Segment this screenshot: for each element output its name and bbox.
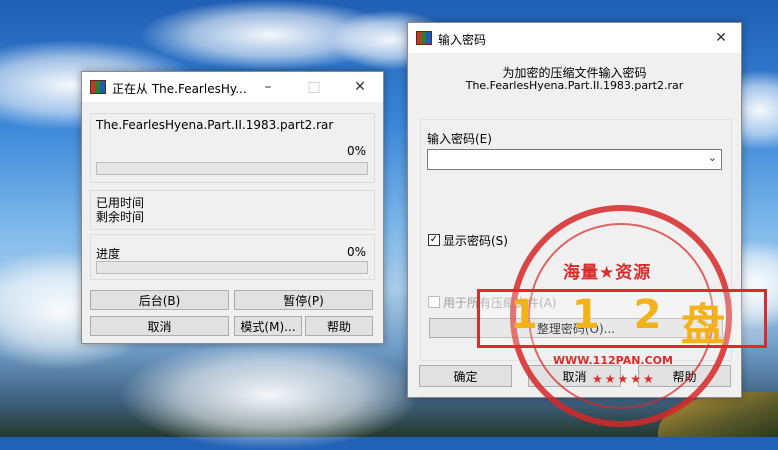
file-percent: 0%: [346, 144, 366, 158]
watermark-url: WWW.112PAN.COM: [553, 354, 673, 367]
background-button[interactable]: 后台(B): [90, 290, 229, 310]
watermark-pan-char: 盘: [681, 300, 725, 351]
use-for-all-checkbox[interactable]: [428, 296, 440, 308]
time-group: 已用时间 剩余时间: [90, 190, 375, 230]
mode-button[interactable]: 模式(M)...: [234, 316, 302, 336]
progress-window-title: 正在从 The.FearlesHy...: [112, 82, 247, 96]
password-titlebar[interactable]: 输入密码 ✕: [408, 23, 741, 53]
show-password-checkbox[interactable]: ✓: [428, 234, 440, 246]
total-progress-bar: [96, 261, 368, 274]
file-progress-bar: [96, 162, 368, 175]
password-input[interactable]: ⌄: [427, 149, 722, 170]
winrar-icon: [90, 80, 106, 94]
chevron-down-icon[interactable]: ⌄: [708, 151, 717, 164]
password-window-title: 输入密码: [438, 33, 487, 47]
cancel-button[interactable]: 取消: [90, 316, 229, 336]
remaining-time-label: 剩余时间: [96, 210, 145, 224]
help-button[interactable]: 帮助: [305, 316, 373, 336]
total-percent: 0%: [346, 245, 366, 259]
total-progress-label: 进度: [96, 247, 121, 261]
ok-button[interactable]: 确定: [419, 365, 512, 387]
pause-button[interactable]: 暂停(P): [234, 290, 373, 310]
file-progress-group: The.FearlesHyena.Part.II.1983.part2.rar …: [90, 113, 375, 183]
winrar-icon: [416, 31, 432, 45]
show-password-label[interactable]: 显示密码(S): [443, 232, 508, 249]
watermark-stars: ★★★★★: [592, 372, 656, 386]
progress-titlebar[interactable]: 正在从 The.FearlesHy... – □ ✕: [82, 72, 383, 102]
total-progress-group: 进度 0%: [90, 234, 375, 280]
current-file-name: The.FearlesHyena.Part.II.1983.part2.rar: [96, 118, 334, 132]
watermark-top-text: 海量★资源: [563, 263, 652, 283]
watermark-digits: 112: [510, 292, 696, 338]
maximize-icon: □: [307, 79, 321, 95]
extraction-progress-dialog: 正在从 The.FearlesHy... – □ ✕ The.FearlesHy…: [81, 71, 384, 344]
archive-name: The.FearlesHyena.Part.II.1983.part2.rar: [465, 79, 684, 92]
minimize-icon[interactable]: –: [245, 72, 291, 102]
password-label: 输入密码(E): [427, 132, 492, 146]
close-icon[interactable]: ✕: [337, 72, 383, 102]
close-icon[interactable]: ✕: [701, 23, 741, 53]
